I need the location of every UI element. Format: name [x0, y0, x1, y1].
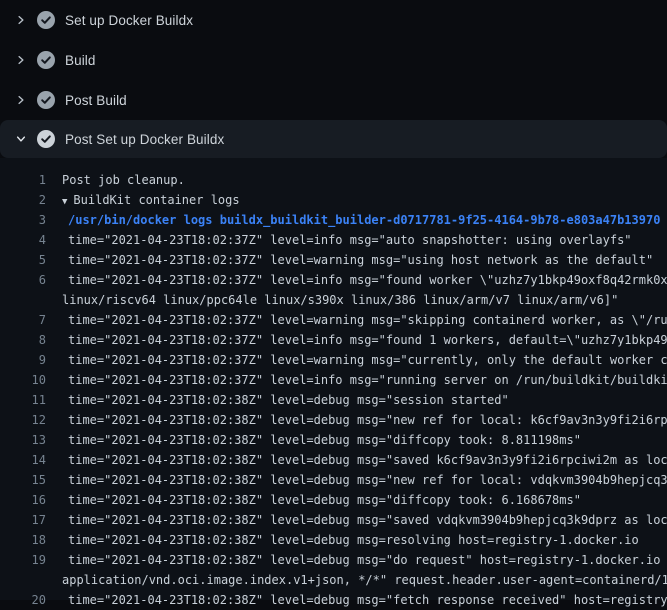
line-number[interactable]: 2 — [0, 190, 46, 210]
log-text: Post job cleanup. — [62, 170, 185, 190]
line-number[interactable]: 1 — [0, 170, 46, 190]
step-label: Set up Docker Buildx — [65, 13, 193, 28]
line-number[interactable]: 18 — [0, 530, 46, 550]
chevron-down-icon — [13, 131, 29, 147]
line-number[interactable]: 19 — [0, 550, 46, 570]
line-number[interactable]: 10 — [0, 370, 46, 390]
log-text: time="2021-04-23T18:02:38Z" level=debug … — [68, 510, 667, 530]
check-circle-icon — [37, 51, 55, 69]
log-text: time="2021-04-23T18:02:37Z" level=warnin… — [68, 310, 667, 330]
log-text[interactable]: ▼ BuildKit container logs — [62, 190, 240, 210]
group-toggle-icon[interactable]: ▼ — [62, 197, 67, 207]
line-number[interactable]: 8 — [0, 330, 46, 350]
log-row: 12 time="2021-04-23T18:02:38Z" level=debu… — [0, 410, 667, 430]
log-row: 19 time="2021-04-23T18:02:38Z" level=debu… — [0, 550, 667, 570]
log-row: 17 time="2021-04-23T18:02:38Z" level=debu… — [0, 510, 667, 530]
step-label: Build — [65, 53, 96, 68]
line-number[interactable]: 4 — [0, 230, 46, 250]
log-text: time="2021-04-23T18:02:38Z" level=debug … — [68, 410, 667, 430]
chevron-right-icon — [13, 12, 29, 28]
log-container: 1 Post job cleanup. 2 ▼ BuildKit container l… — [0, 158, 667, 600]
line-number[interactable]: 3 — [0, 210, 46, 230]
step-label: Post Build — [65, 93, 127, 108]
log-rows: 1 Post job cleanup. 2 ▼ BuildKit container l… — [0, 170, 667, 610]
log-group-row: 2 ▼ BuildKit container logs — [0, 190, 667, 210]
log-text: time="2021-04-23T18:02:37Z" level=info m… — [68, 330, 667, 350]
line-number[interactable]: 12 — [0, 410, 46, 430]
log-text: time="2021-04-23T18:02:38Z" level=debug … — [68, 390, 509, 410]
log-row: 1 Post job cleanup. — [0, 170, 667, 190]
log-text: time="2021-04-23T18:02:37Z" level=info m… — [68, 370, 667, 390]
line-number[interactable]: 6 — [0, 270, 46, 290]
line-number[interactable]: 7 — [0, 310, 46, 330]
log-row: 8 time="2021-04-23T18:02:37Z" level=info … — [0, 330, 667, 350]
log-text: time="2021-04-23T18:02:38Z" level=debug … — [68, 430, 581, 450]
line-number[interactable]: 11 — [0, 390, 46, 410]
log-row: 4 time="2021-04-23T18:02:37Z" level=info … — [0, 230, 667, 250]
log-text: time="2021-04-23T18:02:38Z" level=debug … — [68, 470, 667, 490]
check-circle-icon — [37, 130, 55, 148]
log-text: time="2021-04-23T18:02:38Z" level=debug … — [68, 530, 639, 550]
log-text: time="2021-04-23T18:02:38Z" level=debug … — [68, 450, 667, 470]
log-row: 5 time="2021-04-23T18:02:37Z" level=warni… — [0, 250, 667, 270]
line-number[interactable]: 17 — [0, 510, 46, 530]
log-row: 16 time="2021-04-23T18:02:38Z" level=debu… — [0, 490, 667, 510]
line-number[interactable]: 13 — [0, 430, 46, 450]
log-row: 20 time="2021-04-23T18:02:38Z" level=debu… — [0, 590, 667, 610]
log-text: time="2021-04-23T18:02:37Z" level=info m… — [68, 270, 667, 290]
line-number — [0, 290, 46, 310]
workflow-steps-list: Set up Docker Buildx Build Post Build Po… — [0, 0, 667, 158]
step-label: Post Set up Docker Buildx — [65, 132, 224, 147]
chevron-right-icon — [13, 52, 29, 68]
log-row: 15 time="2021-04-23T18:02:38Z" level=debu… — [0, 470, 667, 490]
line-number[interactable]: 9 — [0, 350, 46, 370]
log-text: application/vnd.oci.image.index.v1+json,… — [62, 570, 667, 590]
log-row: 9 time="2021-04-23T18:02:37Z" level=warni… — [0, 350, 667, 370]
log-command-text: /usr/bin/docker logs buildx_buildkit_bui… — [68, 210, 660, 230]
log-text: time="2021-04-23T18:02:37Z" level=info m… — [68, 230, 632, 250]
line-number[interactable]: 5 — [0, 250, 46, 270]
chevron-right-icon — [13, 92, 29, 108]
log-text: time="2021-04-23T18:02:37Z" level=warnin… — [68, 350, 667, 370]
group-title: BuildKit container logs — [73, 193, 239, 207]
line-number[interactable]: 20 — [0, 590, 46, 610]
log-row: 11 time="2021-04-23T18:02:38Z" level=debu… — [0, 390, 667, 410]
log-text: time="2021-04-23T18:02:37Z" level=warnin… — [68, 250, 653, 270]
log-row: 7 time="2021-04-23T18:02:37Z" level=warni… — [0, 310, 667, 330]
line-number[interactable]: 16 — [0, 490, 46, 510]
log-text: linux/riscv64 linux/ppc64le linux/s390x … — [62, 290, 618, 310]
check-circle-icon — [37, 91, 55, 109]
log-row: linux/riscv64 linux/ppc64le linux/s390x … — [0, 290, 667, 310]
step-header-post-setup-docker-buildx[interactable]: Post Set up Docker Buildx — [0, 120, 667, 158]
check-circle-icon — [37, 11, 55, 29]
log-row: 10 time="2021-04-23T18:02:37Z" level=info… — [0, 370, 667, 390]
step-header-post-build[interactable]: Post Build — [0, 80, 667, 120]
line-number[interactable]: 14 — [0, 450, 46, 470]
step-header-setup-docker-buildx[interactable]: Set up Docker Buildx — [0, 0, 667, 40]
step-header-build[interactable]: Build — [0, 40, 667, 80]
log-row: 14 time="2021-04-23T18:02:38Z" level=debu… — [0, 450, 667, 470]
log-row: 13 time="2021-04-23T18:02:38Z" level=debu… — [0, 430, 667, 450]
line-number — [0, 570, 46, 590]
line-number[interactable]: 15 — [0, 470, 46, 490]
log-row: 18 time="2021-04-23T18:02:38Z" level=debu… — [0, 530, 667, 550]
log-row: 6 time="2021-04-23T18:02:37Z" level=info … — [0, 270, 667, 290]
log-row: application/vnd.oci.image.index.v1+json,… — [0, 570, 667, 590]
log-row: 3/usr/bin/docker logs buildx_buildkit_bu… — [0, 210, 667, 230]
log-text: time="2021-04-23T18:02:38Z" level=debug … — [68, 490, 581, 510]
log-text: time="2021-04-23T18:02:38Z" level=debug … — [68, 590, 667, 610]
log-text: time="2021-04-23T18:02:38Z" level=debug … — [68, 550, 667, 570]
